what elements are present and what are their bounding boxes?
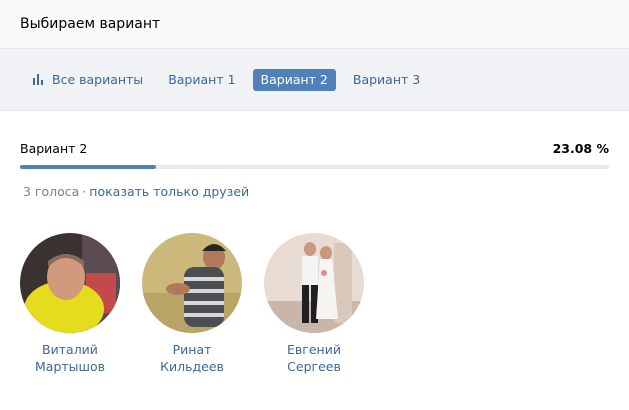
avatar[interactable] (20, 233, 120, 333)
tab-option-2[interactable]: Вариант 2 (252, 68, 336, 91)
voter-name[interactable]: Ринат Кильдеев (160, 341, 224, 375)
tab-option-1[interactable]: Вариант 1 (160, 69, 243, 91)
result-progress-fill (20, 165, 156, 169)
poll-title: Выбираем вариант (20, 16, 161, 32)
voter-last-name: Сергеев (287, 359, 341, 374)
tab-option-1-label: Вариант 1 (168, 72, 236, 87)
tab-option-3-label: Вариант 3 (352, 72, 421, 87)
result-percent: 23.08 % (552, 140, 609, 156)
voters-list: Виталий Мартышов Ринат Кильдеев Евгений … (0, 233, 629, 375)
voter-item[interactable]: Евгений Сергеев (264, 233, 364, 375)
tab-option-3[interactable]: Вариант 3 (345, 69, 428, 91)
voters-info: 3 голоса · показать только друзей (20, 184, 609, 199)
voter-item[interactable]: Ринат Кильдеев (142, 233, 242, 375)
option-result: Вариант 2 23.08 % 3 голоса · показать толь… (0, 111, 629, 199)
poll-header: Выбираем вариант (0, 0, 629, 49)
tab-all-options[interactable]: Все варианты (25, 69, 151, 91)
avatar[interactable] (142, 233, 242, 333)
voter-first-name: Виталий (42, 342, 98, 357)
tab-all-options-label: Все варианты (52, 72, 144, 87)
bar-chart-icon (33, 74, 45, 85)
voter-name[interactable]: Виталий Мартышов (35, 341, 105, 375)
voters-count: 3 голоса (23, 184, 80, 199)
voter-item[interactable]: Виталий Мартышов (20, 233, 120, 375)
option-tabs: Все варианты Вариант 1 Вариант 2 Вариант… (0, 49, 629, 111)
avatar[interactable] (264, 233, 364, 333)
voters-separator: · (82, 184, 87, 199)
voter-name[interactable]: Евгений Сергеев (287, 341, 341, 375)
show-friends-link[interactable]: показать только друзей (89, 184, 249, 199)
voter-first-name: Ринат (172, 342, 212, 357)
voter-last-name: Кильдеев (160, 359, 224, 374)
tab-option-2-label: Вариант 2 (260, 72, 328, 87)
result-option-label: Вариант 2 (20, 140, 88, 156)
result-progress-bar (20, 165, 609, 169)
voter-first-name: Евгений (287, 342, 341, 357)
voter-last-name: Мартышов (35, 359, 105, 374)
